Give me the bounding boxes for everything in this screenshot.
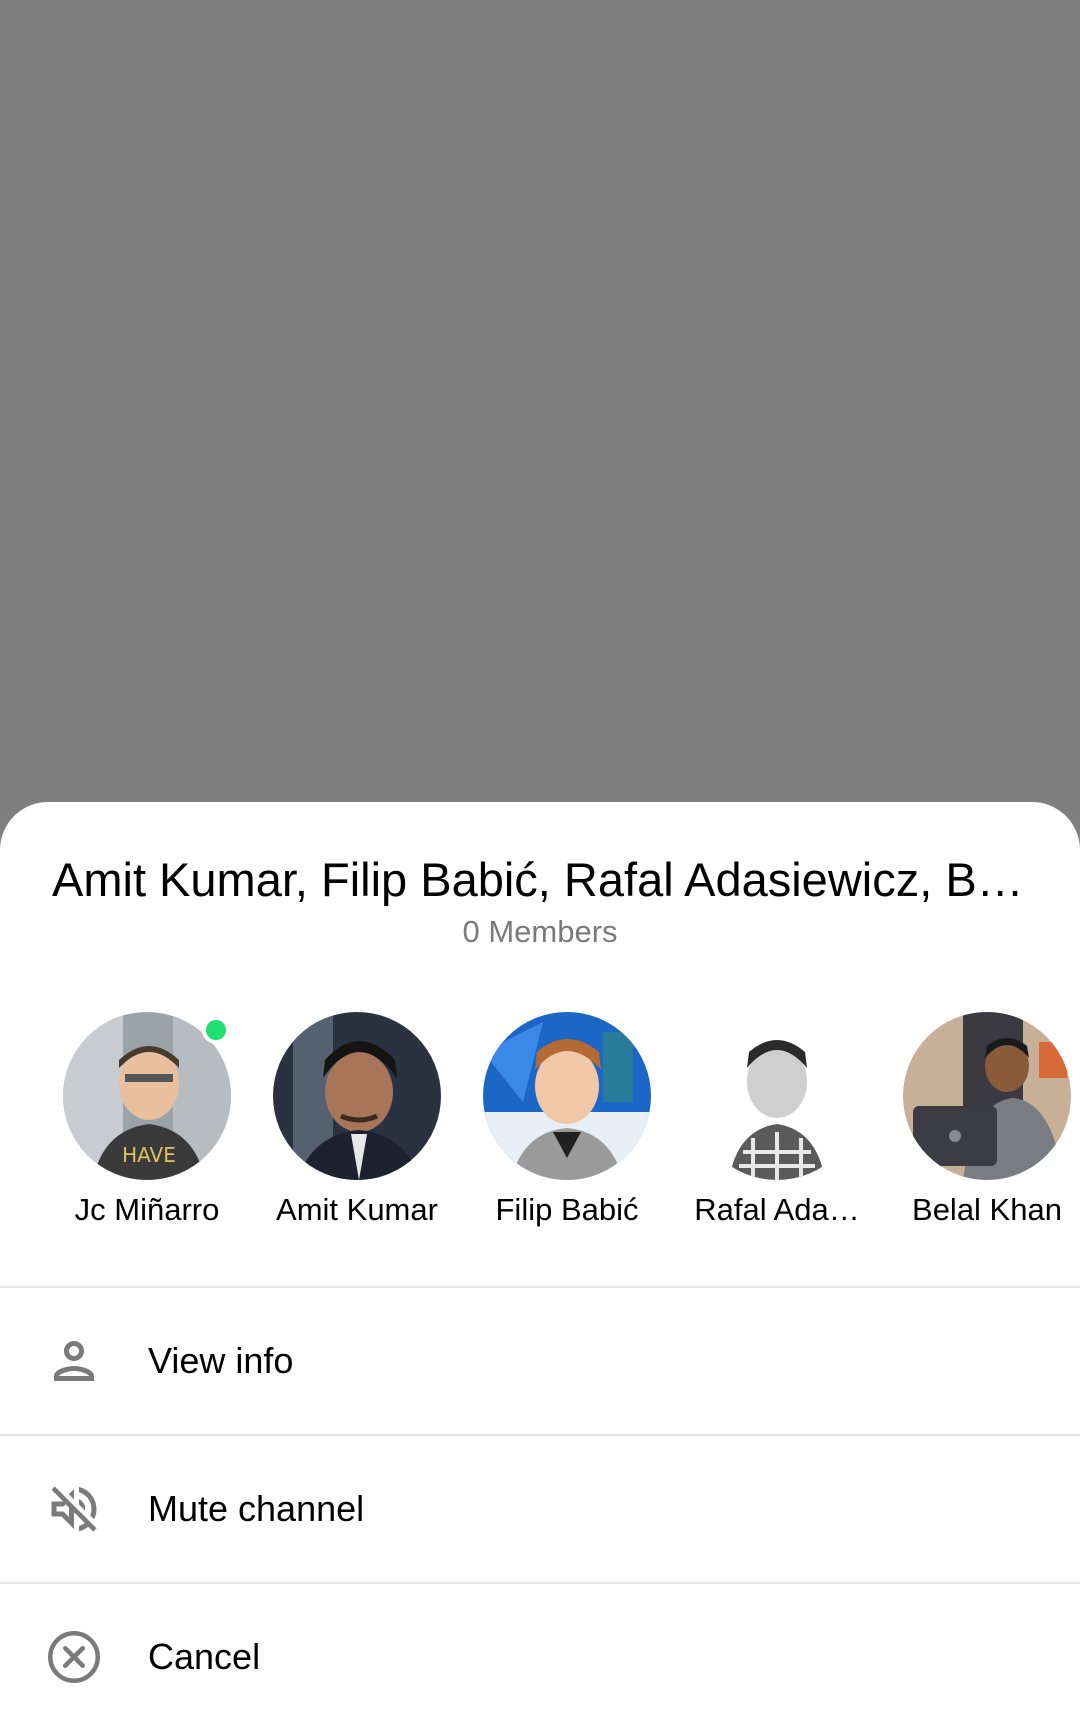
member-name: Rafal Ada… (694, 1192, 860, 1227)
person-icon (44, 1331, 104, 1391)
member-item[interactable]: Amit Kumar (248, 1012, 441, 1227)
volume-off-icon (44, 1479, 104, 1539)
mute-channel-button[interactable]: Mute channel (0, 1436, 1080, 1582)
member-item[interactable]: Belal Khan (878, 1012, 1071, 1227)
avatar (483, 1012, 651, 1180)
member-count: 0 Members (462, 914, 618, 949)
mute-channel-label: Mute channel (148, 1488, 365, 1529)
avatar (903, 1012, 1071, 1180)
close-circle-icon (44, 1627, 104, 1687)
member-name: Belal Khan (912, 1192, 1062, 1227)
member-name: Jc Miñarro (74, 1192, 220, 1227)
online-indicator (202, 1016, 230, 1044)
member-name: Filip Babić (495, 1192, 639, 1227)
cancel-button[interactable]: Cancel (0, 1584, 1080, 1730)
cancel-label: Cancel (148, 1636, 261, 1677)
avatar (273, 1012, 441, 1180)
member-item[interactable]: Rafal Ada… (668, 1012, 861, 1227)
member-name: Amit Kumar (276, 1192, 438, 1227)
sheet-title: Amit Kumar, Filip Babić, Rafal Adasiewic… (52, 853, 1061, 906)
bottom-sheet: Amit Kumar, Filip Babić, Rafal Adasiewic… (0, 802, 1080, 1731)
svg-text:HAVE: HAVE (122, 1143, 176, 1167)
member-item[interactable]: Filip Babić (458, 1012, 651, 1227)
member-list: HAVE Jc Miñarro Amit Kumar Filip Babić R… (0, 1012, 1080, 1227)
view-info-button[interactable]: View info (0, 1288, 1080, 1434)
view-info-label: View info (148, 1340, 294, 1381)
member-item[interactable]: HAVE Jc Miñarro (38, 1012, 231, 1227)
avatar (693, 1012, 861, 1180)
